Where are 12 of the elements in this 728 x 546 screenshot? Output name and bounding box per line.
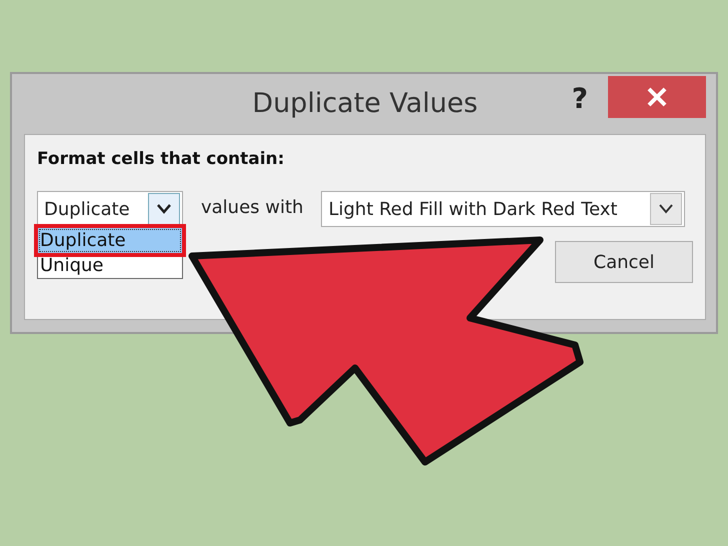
values-with-label: values with: [201, 196, 304, 218]
format-dropdown[interactable]: Light Red Fill with Dark Red Text: [321, 191, 686, 227]
close-icon: [646, 86, 668, 108]
cancel-button[interactable]: Cancel: [555, 241, 693, 283]
close-button[interactable]: [608, 76, 706, 118]
prompt-label: Format cells that contain:: [37, 149, 286, 169]
dropdown-option[interactable]: Unique: [38, 253, 182, 278]
window-title: Duplicate Values: [252, 87, 478, 119]
dropdown-option[interactable]: Duplicate: [38, 228, 182, 253]
caret-icon: [650, 193, 682, 225]
type-dropdown[interactable]: Duplicate: [37, 191, 183, 227]
help-button[interactable]: ?: [566, 74, 594, 118]
